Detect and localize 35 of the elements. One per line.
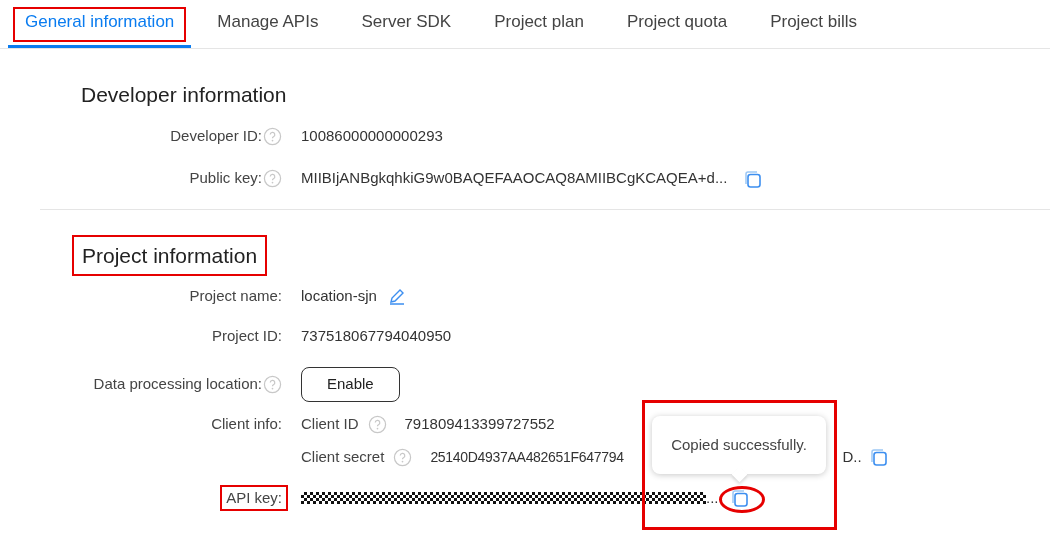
tab[interactable]: Project bills (753, 0, 875, 48)
field-label: Public key: (189, 168, 262, 189)
help-icon[interactable] (393, 447, 413, 467)
help-icon[interactable] (263, 374, 282, 394)
tooltip: Copied successfully. (652, 416, 826, 474)
field-value: 25140D4937AA482651F647794 (430, 447, 624, 467)
field-value: ... (706, 487, 719, 508)
tab[interactable]: Project plan (477, 0, 601, 48)
tab[interactable]: General information (8, 0, 192, 48)
edit-icon[interactable] (387, 287, 406, 305)
tab[interactable]: Server SDK (344, 0, 469, 48)
section-heading: Project information (72, 234, 268, 276)
field-label: Developer ID: (170, 126, 262, 147)
help-icon[interactable] (263, 127, 282, 146)
tab[interactable]: Manage APIs (200, 0, 336, 48)
field-label: API key: (220, 484, 288, 512)
field-value: MIIBIjANBgkqhkiG9w0BAQEFAAOCAQ8AMIIBCgKCAQEA+d... (301, 168, 728, 189)
field-value: 791809413399727552 (404, 415, 555, 432)
field-value: 10086000000000293 (301, 126, 443, 147)
field-label: Client ID (301, 413, 359, 434)
tab[interactable]: Project quota (609, 0, 745, 48)
field-label: Project ID: (211, 325, 282, 346)
field-label: Client secret (301, 446, 385, 467)
section-heading: Developer information (81, 82, 287, 108)
highlight-ellipse (719, 486, 765, 513)
field-label: Project name: (189, 285, 282, 306)
help-icon[interactable] (367, 414, 387, 434)
field-value: D.. (842, 448, 862, 465)
enable-button[interactable]: Enable (301, 366, 400, 402)
help-icon[interactable] (263, 169, 282, 188)
field-value: location-sjn (301, 285, 377, 306)
field-label: Data processing location: (93, 373, 262, 394)
field-value: 737518067794040950 (301, 325, 452, 346)
field-label: Client info: (211, 413, 282, 434)
copy-icon[interactable] (742, 168, 763, 189)
